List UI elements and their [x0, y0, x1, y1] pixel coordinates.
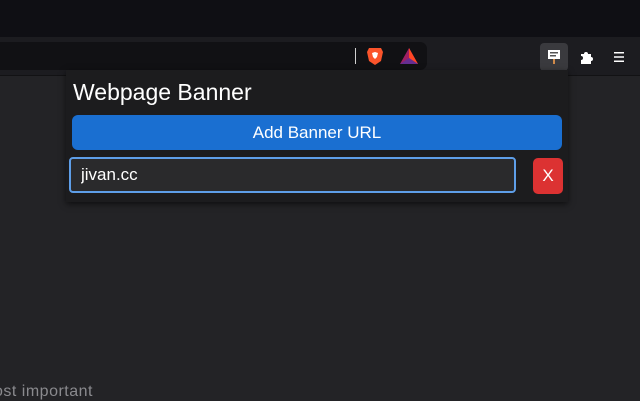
add-banner-url-button[interactable]: Add Banner URL — [72, 115, 562, 150]
webpage-banner-extension-button[interactable] — [540, 43, 568, 71]
brave-rewards-triangle-icon[interactable] — [399, 47, 419, 65]
extension-popup: Webpage Banner Add Banner URL X — [66, 70, 568, 202]
page-partial-text: ost important — [0, 383, 93, 400]
address-bar[interactable] — [0, 42, 427, 70]
brave-lion-icon[interactable] — [366, 46, 384, 66]
webpage-banner-extension-icon — [548, 50, 560, 64]
browser-menu-button[interactable] — [608, 43, 630, 71]
address-bar-divider — [355, 48, 356, 64]
browser-titlebar — [0, 0, 640, 37]
hamburger-menu-icon — [614, 52, 624, 62]
banner-url-input[interactable] — [69, 157, 516, 193]
extensions-button[interactable] — [574, 43, 600, 71]
remove-url-button[interactable]: X — [533, 158, 563, 194]
puzzle-piece-icon — [581, 52, 593, 64]
popup-title: Webpage Banner — [73, 79, 252, 105]
